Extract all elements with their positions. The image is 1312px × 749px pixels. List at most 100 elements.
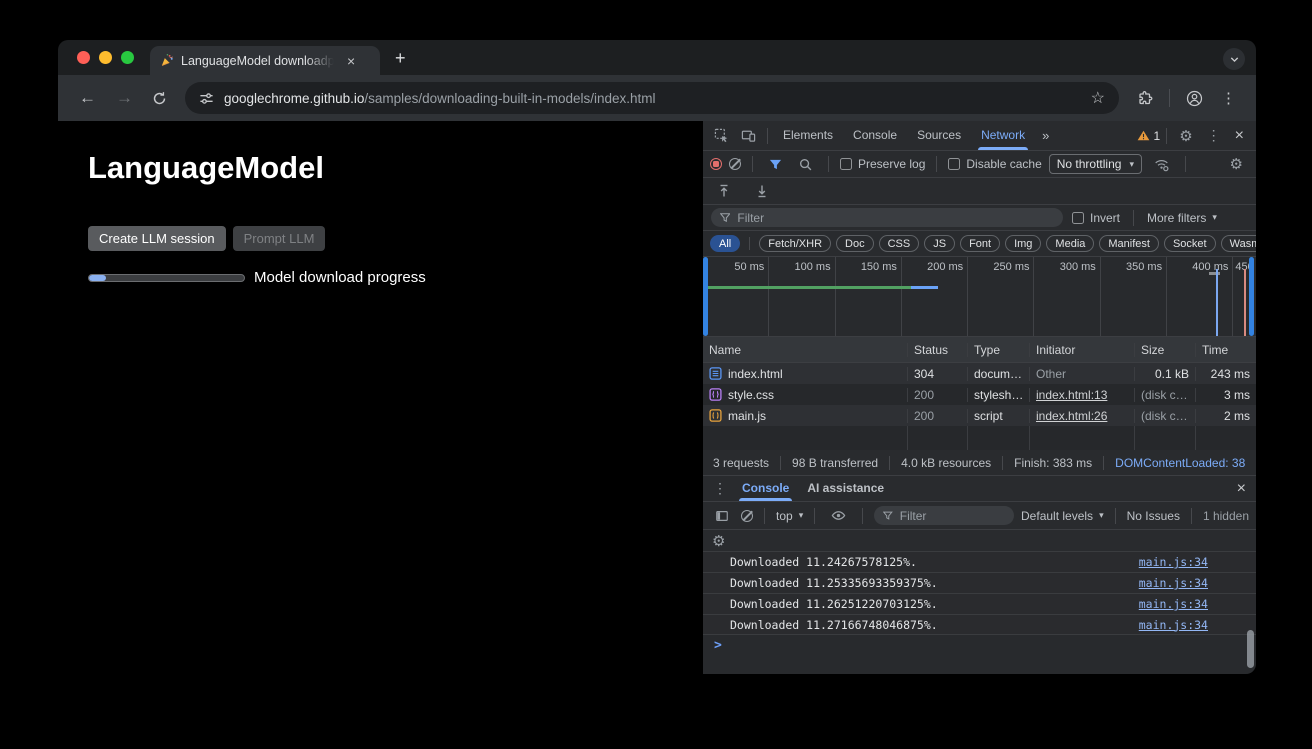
- column-header-type[interactable]: Type: [968, 343, 1030, 357]
- request-initiator-link[interactable]: index.html:13: [1036, 388, 1107, 402]
- chip-img[interactable]: Img: [1005, 235, 1041, 252]
- zoom-window-button[interactable]: [121, 51, 134, 64]
- column-header-time[interactable]: Time: [1196, 343, 1256, 357]
- column-header-size[interactable]: Size: [1135, 343, 1196, 357]
- network-conditions-icon[interactable]: [1149, 157, 1174, 172]
- throttling-value: No throttling: [1057, 157, 1122, 171]
- invert-checkbox[interactable]: [1072, 212, 1084, 224]
- tab-close-button[interactable]: ×: [344, 54, 358, 68]
- hidden-count-label[interactable]: 1 hidden: [1203, 509, 1249, 523]
- warning-badge[interactable]: 1: [1137, 129, 1161, 143]
- new-tab-button[interactable]: +: [380, 48, 406, 75]
- console-source-link[interactable]: main.js:34: [1139, 597, 1208, 611]
- minimize-window-button[interactable]: [99, 51, 112, 64]
- chip-all[interactable]: All: [710, 235, 740, 252]
- export-har-icon[interactable]: [750, 184, 774, 198]
- timeline-left-handle[interactable]: [703, 257, 708, 336]
- url-bar[interactable]: googlechrome.github.io/samples/downloadi…: [185, 82, 1119, 114]
- profile-avatar-icon[interactable]: [1178, 90, 1211, 107]
- chip-socket[interactable]: Socket: [1164, 235, 1216, 252]
- search-icon[interactable]: [794, 158, 817, 171]
- request-initiator-link[interactable]: index.html:26: [1036, 409, 1107, 423]
- chip-manifest[interactable]: Manifest: [1099, 235, 1159, 252]
- extensions-puzzle-icon[interactable]: [1129, 90, 1161, 106]
- clear-network-log-icon[interactable]: [729, 158, 741, 170]
- console-filter-pill[interactable]: [874, 506, 1014, 525]
- devtools-menu-kebab-icon[interactable]: ⋮: [1201, 127, 1227, 144]
- site-info-icon[interactable]: [199, 91, 214, 106]
- request-name: index.html: [728, 367, 783, 381]
- content-area: LanguageModel Create LLM session Prompt …: [58, 121, 1256, 674]
- network-filter-input-pill[interactable]: [711, 208, 1063, 227]
- browser-tab[interactable]: LanguageModel downloadpro ×: [150, 46, 380, 75]
- browser-window: LanguageModel downloadpro × + ← → google…: [58, 40, 1256, 674]
- column-header-initiator[interactable]: Initiator: [1030, 343, 1135, 357]
- table-row[interactable]: main.js 200 script index.html:26 (disk c…: [703, 405, 1256, 426]
- reload-button[interactable]: [144, 91, 175, 106]
- tab-network[interactable]: Network: [972, 121, 1034, 150]
- close-window-button[interactable]: [77, 51, 90, 64]
- inspect-element-icon[interactable]: [709, 128, 734, 143]
- create-llm-session-button[interactable]: Create LLM session: [88, 226, 226, 251]
- network-settings-gear-icon[interactable]: ⚙: [1224, 155, 1249, 173]
- drawer-tab-ai-assistance[interactable]: AI assistance: [798, 476, 893, 501]
- chip-wasm[interactable]: Wasm: [1221, 235, 1256, 252]
- devtools-close-icon[interactable]: ×: [1229, 127, 1250, 145]
- drawer-tab-console[interactable]: Console: [733, 476, 798, 501]
- more-filters-dropdown[interactable]: More filters ▾: [1147, 211, 1217, 225]
- import-har-icon[interactable]: [712, 184, 736, 198]
- console-context-selector[interactable]: top ▾: [776, 509, 803, 523]
- devtools-settings-gear-icon[interactable]: ⚙: [1173, 127, 1198, 145]
- load-event-marker: [1244, 269, 1246, 336]
- column-header-name[interactable]: Name: [703, 343, 908, 357]
- network-filter-input[interactable]: [737, 211, 1054, 225]
- tab-search-button[interactable]: [1223, 48, 1245, 70]
- chip-doc[interactable]: Doc: [836, 235, 874, 252]
- chip-js[interactable]: JS: [924, 235, 955, 252]
- tab-elements[interactable]: Elements: [774, 121, 842, 150]
- disable-cache-checkbox[interactable]: [948, 158, 960, 170]
- progress-fill: [89, 275, 106, 281]
- record-network-log-icon[interactable]: [710, 158, 722, 170]
- web-page: LanguageModel Create LLM session Prompt …: [58, 121, 703, 674]
- console-source-link[interactable]: main.js:34: [1139, 555, 1208, 569]
- table-row[interactable]: index.html 304 docum… Other 0.1 kB 243 m…: [703, 363, 1256, 384]
- chip-css[interactable]: CSS: [879, 235, 920, 252]
- timeline-right-handle[interactable]: [1249, 257, 1254, 336]
- forward-button[interactable]: →: [107, 88, 142, 108]
- log-levels-dropdown[interactable]: Default levels ▾: [1021, 509, 1104, 523]
- drawer-close-icon[interactable]: ×: [1231, 480, 1252, 498]
- browser-menu-kebab-icon[interactable]: ⋮: [1213, 89, 1244, 107]
- tab-console[interactable]: Console: [844, 121, 906, 150]
- console-prompt[interactable]: >: [703, 635, 1256, 656]
- console-source-link[interactable]: main.js:34: [1139, 576, 1208, 590]
- request-name: main.js: [728, 409, 766, 423]
- no-issues-label[interactable]: No Issues: [1127, 509, 1180, 523]
- drawer-menu-kebab-icon[interactable]: ⋮: [707, 480, 733, 497]
- throttling-select[interactable]: No throttling ▾: [1049, 154, 1142, 174]
- table-row[interactable]: style.css 200 stylesh… index.html:13 (di…: [703, 384, 1256, 405]
- chip-fetch-xhr[interactable]: Fetch/XHR: [759, 235, 831, 252]
- bookmark-star-icon[interactable]: ☆: [1091, 88, 1105, 108]
- more-tabs-icon[interactable]: »: [1036, 128, 1055, 143]
- chip-font[interactable]: Font: [960, 235, 1000, 252]
- device-toolbar-icon[interactable]: [736, 128, 761, 143]
- console-settings-gear-icon[interactable]: ⚙: [712, 532, 725, 550]
- console-filter-input[interactable]: [900, 509, 1005, 523]
- back-button[interactable]: ←: [70, 88, 105, 108]
- live-expression-eye-icon[interactable]: [826, 508, 851, 523]
- preserve-log-label: Preserve log: [858, 157, 925, 171]
- column-header-status[interactable]: Status: [908, 343, 968, 357]
- console-message: Downloaded 11.25335693359375%. main.js:3…: [703, 572, 1256, 593]
- preserve-log-checkbox[interactable]: [840, 158, 852, 170]
- network-timeline-overview[interactable]: 50 ms 100 ms 150 ms 200 ms 250 ms 300 ms…: [703, 257, 1256, 337]
- scrollbar-thumb[interactable]: [1247, 630, 1254, 668]
- clear-console-icon[interactable]: [741, 510, 753, 522]
- url-path: /samples/downloading-built-in-models/ind…: [364, 91, 655, 106]
- request-initiator: Other: [1030, 367, 1135, 381]
- console-sidebar-toggle-icon[interactable]: [710, 509, 734, 523]
- chip-media[interactable]: Media: [1046, 235, 1094, 252]
- console-source-link[interactable]: main.js:34: [1139, 618, 1208, 632]
- tab-sources[interactable]: Sources: [908, 121, 970, 150]
- filter-funnel-icon[interactable]: [764, 158, 787, 171]
